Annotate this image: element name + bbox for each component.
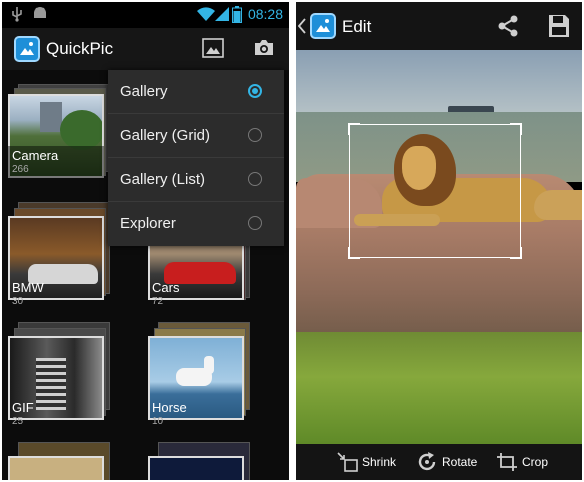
edit-screen: Edit Shrink Rotate Crop	[296, 2, 582, 480]
album-name: Horse	[152, 400, 187, 415]
crop-handle-bottom-right[interactable]	[510, 247, 522, 259]
crop-handle-top-left[interactable]	[348, 123, 360, 135]
shrink-icon	[337, 452, 358, 472]
save-icon[interactable]	[548, 14, 570, 38]
thumb-horse-neck	[204, 356, 214, 374]
wifi-icon	[197, 7, 215, 21]
status-time: 08:28	[247, 6, 283, 22]
view-mode-menu: Gallery Gallery (Grid) Gallery (List) Ex…	[108, 70, 284, 246]
screen-title: Edit	[342, 17, 372, 36]
rotate-button[interactable]: Rotate	[416, 444, 484, 480]
thumb-tree	[60, 110, 102, 150]
menu-item-explorer[interactable]: Explorer	[108, 202, 284, 246]
edit-photo-canvas[interactable]	[296, 50, 582, 444]
quickpic-gallery-screen: 08:28 QuickPic Camera 266 BMW 30 Cars 72…	[2, 2, 289, 480]
sky	[296, 50, 582, 116]
quickpic-app-icon[interactable]	[14, 36, 40, 62]
menu-item-label: Gallery	[120, 83, 168, 100]
thumb-stairs	[36, 358, 66, 410]
shrink-label: Shrink	[362, 455, 397, 469]
status-bar: 08:28	[2, 2, 289, 28]
signal-icon	[215, 7, 229, 21]
crop-handle-bottom-left[interactable]	[348, 247, 360, 259]
album-horse[interactable]: Horse 10	[144, 322, 256, 427]
menu-item-label: Gallery (List)	[120, 171, 206, 188]
album-thumbnail	[148, 456, 244, 480]
crop-icon	[497, 453, 517, 471]
album-name: BMW	[12, 280, 44, 295]
app-title: QuickPic	[46, 39, 114, 58]
menu-item-gallery-grid[interactable]: Gallery (Grid)	[108, 114, 284, 158]
album-count: 25	[12, 416, 24, 427]
album-gif[interactable]: GIF 25	[4, 322, 116, 427]
album-camera[interactable]: Camera 266	[4, 80, 116, 182]
gallery-view-icon[interactable]	[202, 38, 224, 58]
edit-toolbar: Shrink Rotate Crop	[296, 444, 582, 480]
action-bar: QuickPic	[2, 28, 289, 70]
album-partial[interactable]	[4, 440, 116, 480]
camera-icon[interactable]	[253, 38, 275, 57]
grass	[296, 332, 582, 444]
album-count: 30	[12, 296, 24, 307]
shrink-button[interactable]: Shrink	[336, 444, 404, 480]
edit-action-bar: Edit	[296, 2, 582, 50]
album-name: GIF	[12, 400, 34, 415]
menu-item-gallery-list[interactable]: Gallery (List)	[108, 158, 284, 202]
back-chevron-icon[interactable]	[298, 18, 306, 34]
radio-icon[interactable]	[248, 128, 262, 142]
album-count: 10	[152, 416, 164, 427]
usb-icon	[12, 7, 22, 22]
crop-selection-box[interactable]	[348, 123, 522, 259]
crop-label: Crop	[522, 455, 549, 469]
crop-handle-top-right[interactable]	[510, 123, 522, 135]
radio-icon[interactable]	[248, 172, 262, 186]
album-partial[interactable]	[144, 440, 256, 480]
radio-selected-icon[interactable]	[248, 84, 262, 98]
radio-icon[interactable]	[248, 216, 262, 230]
album-count: 72	[152, 296, 164, 307]
menu-item-gallery[interactable]: Gallery	[108, 70, 284, 114]
album-thumbnail	[8, 456, 104, 480]
android-icon	[34, 7, 46, 18]
lion-second	[534, 190, 582, 220]
rotate-icon	[418, 452, 436, 471]
battery-icon	[232, 6, 242, 23]
rotate-label: Rotate	[442, 455, 478, 469]
crop-button[interactable]: Crop	[496, 444, 564, 480]
album-name: Cars	[152, 280, 180, 295]
quickpic-app-icon[interactable]	[310, 13, 336, 39]
album-name: Camera	[12, 148, 59, 163]
thumb-building	[40, 102, 62, 132]
album-bmw[interactable]: BMW 30	[4, 202, 116, 307]
ship	[448, 106, 494, 112]
share-icon[interactable]	[497, 15, 519, 37]
menu-item-label: Gallery (Grid)	[120, 127, 211, 144]
album-count: 266	[12, 164, 29, 175]
menu-item-label: Explorer	[120, 215, 176, 232]
